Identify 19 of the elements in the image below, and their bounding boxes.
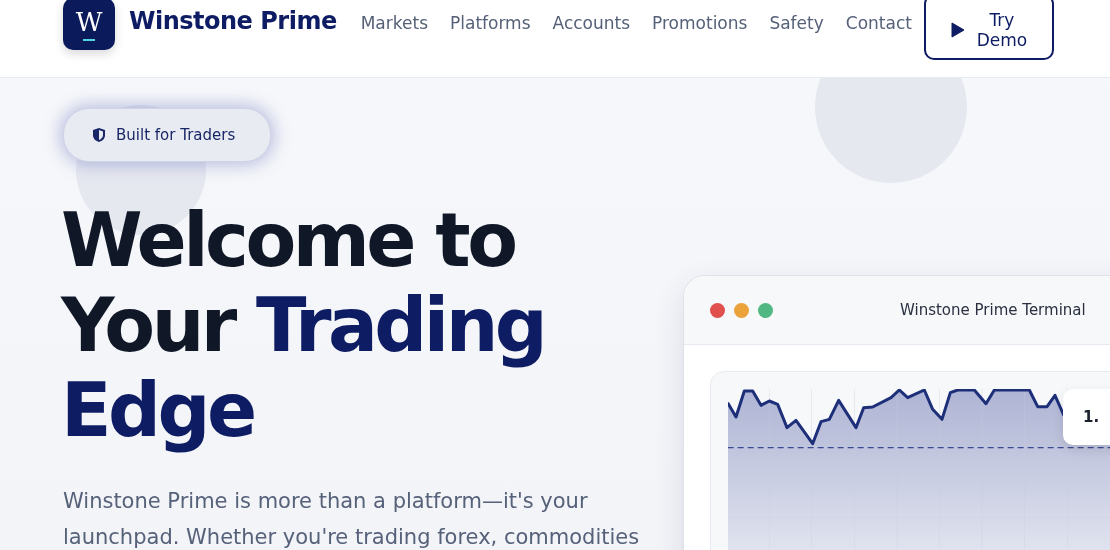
window-dot[interactable] xyxy=(710,302,725,318)
try-demo-button[interactable]: Try Demo xyxy=(923,0,1054,60)
nav-link[interactable]: Accounts xyxy=(552,13,631,33)
play-icon xyxy=(950,22,965,38)
nav-link[interactable]: Promotions xyxy=(652,13,748,33)
nav-link[interactable]: Contact xyxy=(845,13,912,33)
hero-heading: Welcome to Your Trading Edge xyxy=(61,198,546,453)
terminal-title: Winstone Prime Terminal xyxy=(900,301,1086,319)
intro-paragraph: Winstone Prime is more than a platform—it's your launchpad. Whether you're trading forex, commodities xyxy=(63,488,641,550)
logo-icon[interactable]: W xyxy=(63,0,115,50)
nav-link[interactable]: Platforms xyxy=(450,13,531,33)
nav-link[interactable]: Safety xyxy=(769,13,824,33)
price-tooltip: 1. xyxy=(1063,389,1110,445)
badge: Built for Traders xyxy=(63,108,272,162)
window-dot[interactable] xyxy=(758,302,773,318)
brand-name: Winstone Prime xyxy=(129,7,337,35)
nav-link[interactable]: Markets xyxy=(360,13,428,33)
shield-icon xyxy=(92,127,106,143)
window-dot[interactable] xyxy=(734,302,749,318)
